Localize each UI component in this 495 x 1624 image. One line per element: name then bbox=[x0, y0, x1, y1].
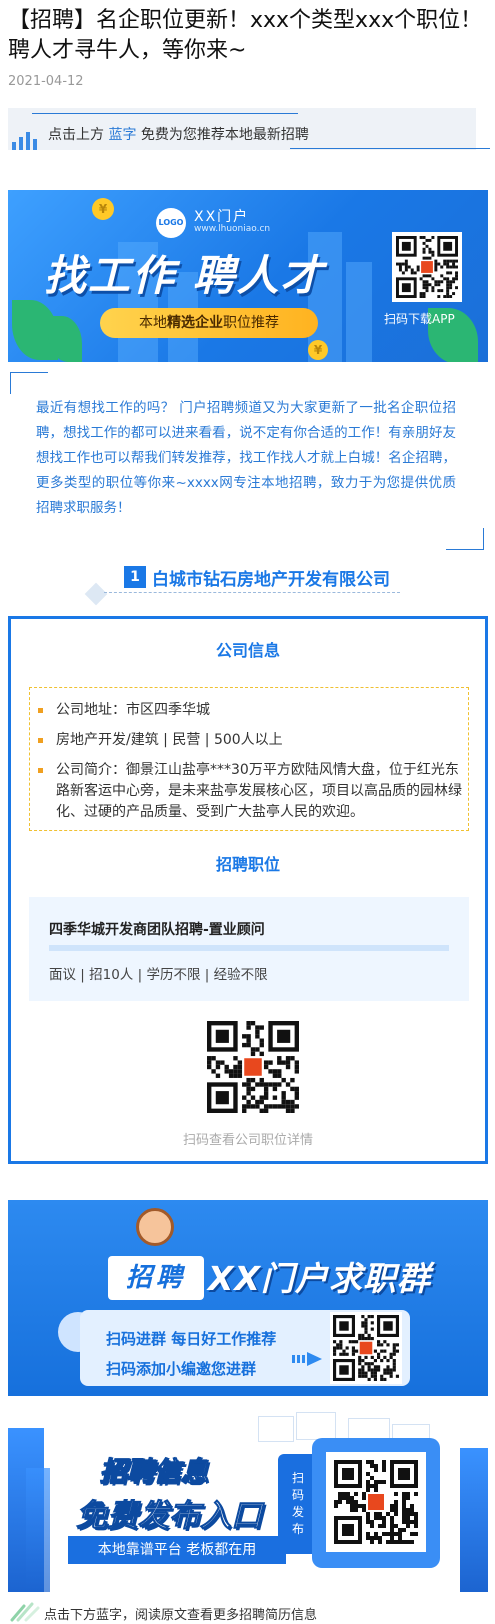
banner-qr-label: 扫码下载APP bbox=[384, 312, 455, 326]
leaf-stroke-icon bbox=[10, 1602, 40, 1622]
article-title: 【招聘】名企职位更新！xxx个类型xxx个职位！聘人才寻牛人，等你来~ bbox=[8, 8, 483, 63]
job-listing[interactable]: 四季华城开发商团队招聘-置业顾问 面议 | 招10人 | 学历不限 | 经验不限 bbox=[29, 897, 469, 1001]
company-info-box: 公司地址：市区四季华城 房地产开发/建筑 | 民营 | 500人以上 公司简介：… bbox=[29, 687, 469, 831]
banner-subtitle: 本地靠谱平台 老板都在用 bbox=[68, 1536, 286, 1564]
tip-prefix: 点击上方 bbox=[48, 127, 104, 143]
banner-title-2: 免费发布入口 bbox=[76, 1498, 263, 1535]
qr-code-icon[interactable] bbox=[207, 1021, 299, 1113]
info-item-address: 公司地址：市区四季华城 bbox=[38, 700, 462, 721]
bullet-icon bbox=[38, 708, 43, 713]
info-item-industry: 房地产开发/建筑 | 民营 | 500人以上 bbox=[38, 730, 462, 751]
tip-divider-top bbox=[32, 113, 298, 114]
job-banner[interactable]: ¥ ¥ LOGO XX门户 www.lhuoniao.cn 找工作 聘人才 本地… bbox=[8, 190, 488, 362]
arrow-right-icon bbox=[292, 1352, 322, 1366]
bullet-icon bbox=[38, 768, 43, 773]
footer-tip: 点击下方蓝字，阅读原文查看更多招聘简历信息 bbox=[44, 1608, 318, 1623]
qr-code-icon[interactable] bbox=[330, 1312, 402, 1384]
company-card: 公司信息 公司地址：市区四季华城 房地产开发/建筑 | 民营 | 500人以上 … bbox=[8, 616, 488, 1164]
job-divider bbox=[49, 945, 449, 951]
section-number: 1 bbox=[124, 566, 146, 588]
company-name: 白城市钻石房地产开发有限公司 bbox=[152, 570, 390, 590]
tip-suffix: 免费为您推荐本地最新招聘 bbox=[140, 127, 309, 143]
corner-bracket-top-left bbox=[10, 372, 48, 394]
banner-pill: 本地精选企业职位推荐 bbox=[100, 308, 318, 338]
job-meta: 面议 | 招10人 | 学历不限 | 经验不限 bbox=[49, 967, 268, 983]
person-avatar-icon bbox=[136, 1208, 174, 1246]
bar-chart-icon bbox=[12, 130, 38, 150]
info-item-intro: 公司简介：御景江山盐亭***30万平方欧陆风情大盘，位于红光东路新客运中心旁，是… bbox=[38, 760, 462, 823]
banner-line-2: 扫码添加小编邀您进群 bbox=[106, 1360, 257, 1378]
coin-icon: ¥ bbox=[92, 198, 114, 220]
diamond-icon bbox=[84, 582, 108, 606]
qr-code-icon[interactable] bbox=[392, 232, 462, 302]
article-date: 2021-04-12 bbox=[8, 74, 84, 89]
top-tip-text: 点击上方 蓝字 免费为您推荐本地最新招聘 bbox=[48, 124, 309, 144]
bullet-icon bbox=[38, 738, 43, 743]
banner-brand: XX门户 bbox=[194, 209, 250, 225]
banner-url: www.lhuoniao.cn bbox=[194, 224, 271, 234]
intro-paragraph: 最近有想找工作的吗？ 门户招聘频道又为大家更新了一批名企职位招聘，想找工作的都可… bbox=[36, 400, 456, 516]
card-qr-label: 扫码查看公司职位详情 bbox=[182, 1133, 313, 1148]
banner-title-1: 招聘信息 bbox=[100, 1457, 209, 1489]
post-job-banner[interactable]: 招聘信息 免费发布入口 本地靠谱平台 老板都在用 扫码发布 bbox=[8, 1408, 488, 1592]
info-heading: 公司信息 bbox=[11, 637, 485, 663]
section-divider bbox=[104, 592, 400, 593]
tip-blue-link[interactable]: 蓝字 bbox=[108, 127, 136, 143]
jobs-heading: 招聘职位 bbox=[11, 851, 485, 877]
banner-headline: 找工作 聘人才 bbox=[44, 251, 325, 300]
tip-divider-bottom bbox=[290, 148, 490, 149]
qr-code-icon[interactable] bbox=[326, 1452, 426, 1552]
corner-bracket-bottom-right bbox=[446, 528, 484, 550]
job-title[interactable]: 四季华城开发商团队招聘-置业顾问 bbox=[49, 919, 265, 939]
job-group-banner[interactable]: 招聘 XX门户求职群 扫码进群 每日好工作推荐 扫码添加小编邀您进群 bbox=[8, 1200, 488, 1396]
banner-line-1: 扫码进群 每日好工作推荐 bbox=[106, 1330, 277, 1348]
banner-title: XX门户求职群 bbox=[208, 1259, 431, 1298]
banner-tag: 招聘 bbox=[108, 1256, 204, 1300]
coin-icon: ¥ bbox=[308, 340, 328, 360]
logo-badge: LOGO bbox=[156, 208, 186, 238]
